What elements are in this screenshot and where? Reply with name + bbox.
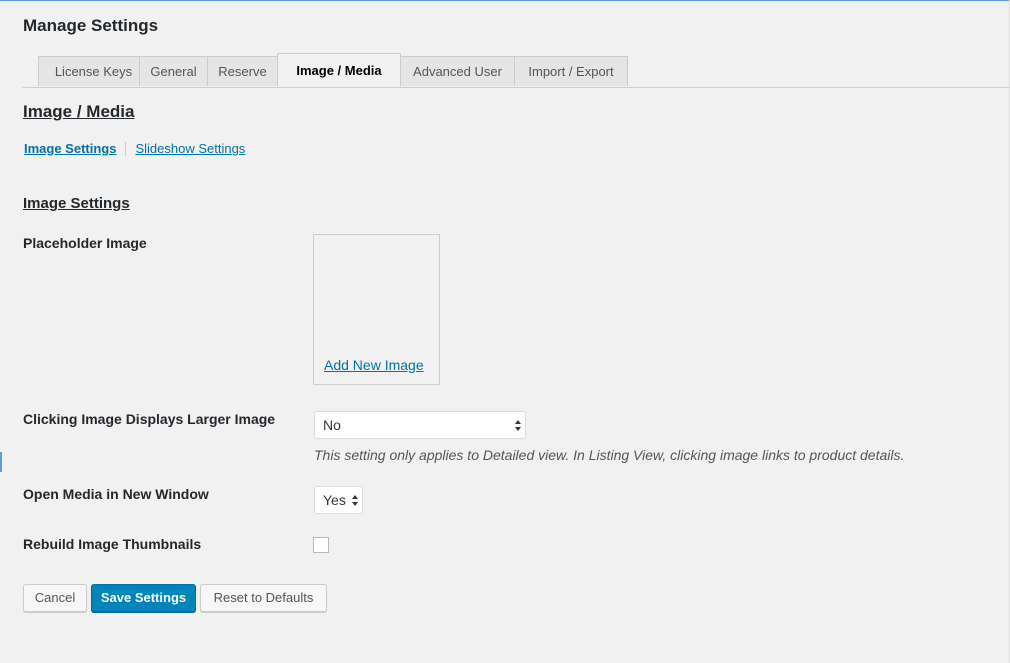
rebuild-thumbnails-label: Rebuild Image Thumbnails bbox=[23, 536, 202, 552]
open-media-select[interactable]: Yes bbox=[314, 486, 363, 514]
clicking-image-help-text: This setting only applies to Detailed vi… bbox=[314, 447, 905, 463]
page-title: Manage Settings bbox=[23, 16, 159, 35]
tab-image-media[interactable]: Image / Media bbox=[277, 53, 401, 87]
clicking-image-label: Clicking Image Displays Larger Image bbox=[23, 411, 276, 427]
tab-license-keys[interactable]: License Keys bbox=[38, 56, 149, 86]
tab-reserve[interactable]: Reserve bbox=[207, 56, 278, 86]
tab-general[interactable]: General bbox=[139, 56, 208, 86]
left-accent bbox=[0, 452, 2, 472]
add-new-image-link[interactable]: Add New Image bbox=[324, 357, 424, 373]
save-settings-button[interactable]: Save Settings bbox=[91, 584, 196, 612]
rebuild-thumbnails-checkbox[interactable] bbox=[313, 537, 329, 553]
placeholder-image-box: Add New Image bbox=[313, 234, 440, 385]
open-media-label: Open Media in New Window bbox=[23, 486, 209, 502]
image-settings-heading: Image Settings bbox=[23, 195, 130, 212]
placeholder-image-label: Placeholder Image bbox=[23, 235, 147, 251]
tab-bar: License Keys General Reserve Image / Med… bbox=[23, 53, 1010, 88]
clicking-image-select[interactable]: No bbox=[314, 411, 526, 439]
open-media-select-value: Yes bbox=[323, 492, 346, 508]
cancel-button[interactable]: Cancel bbox=[23, 584, 87, 612]
select-arrows-icon bbox=[352, 495, 358, 506]
select-arrows-icon bbox=[515, 420, 521, 431]
subnav: Image Settings Slideshow Settings bbox=[24, 141, 245, 156]
subnav-separator bbox=[125, 141, 127, 156]
subnav-slideshow-settings[interactable]: Slideshow Settings bbox=[135, 141, 245, 156]
section-heading: Image / Media bbox=[23, 102, 135, 121]
clicking-image-select-value: No bbox=[323, 417, 341, 433]
top-border bbox=[0, 0, 1010, 1]
tab-advanced-user[interactable]: Advanced User bbox=[400, 56, 515, 86]
subnav-image-settings[interactable]: Image Settings bbox=[24, 141, 116, 156]
tab-import-export[interactable]: Import / Export bbox=[514, 56, 628, 86]
reset-to-defaults-button[interactable]: Reset to Defaults bbox=[200, 584, 327, 612]
